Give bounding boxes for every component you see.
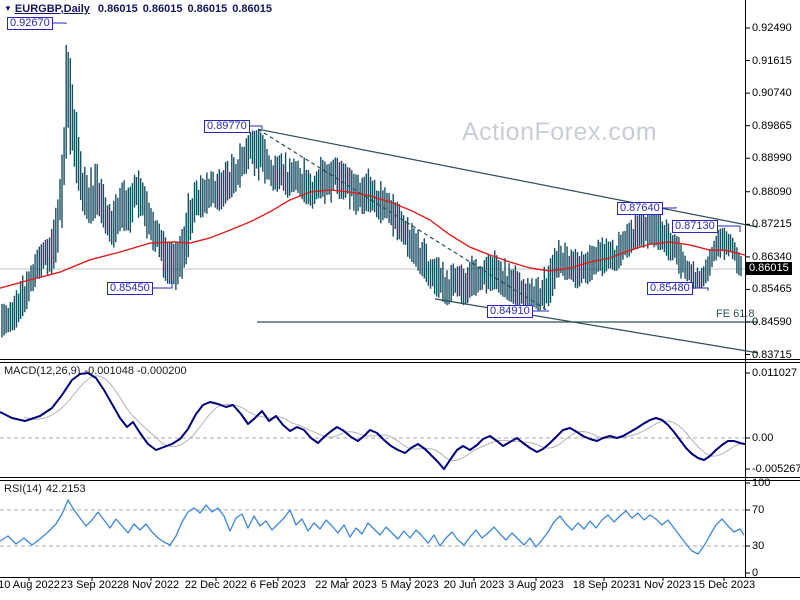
price-axis-label: 0.92490 [752,22,792,34]
symbol-title: EURGBP,Daily [14,3,90,15]
chart-canvas[interactable] [0,0,800,600]
rsi-axis-label: 0 [752,567,759,579]
quote-close: 0.86015 [232,3,272,15]
macd-axis-label: 0.011027 [752,367,798,379]
price-axis-label: 0.83715 [752,348,792,361]
price-annotation-label[interactable]: 0.87640 [617,202,663,215]
price-axis-label: 0.85465 [752,283,792,296]
current-price-badge: 0.86015 [746,262,792,276]
price-axis-label: 0.89865 [752,119,792,132]
macd-axis-label: -0.005267 [752,463,800,476]
annotation-leader [663,207,677,209]
macd-values: -0.001048 -0.000200 [84,365,187,377]
annotation-leader [53,22,67,24]
macd-header: MACD(12,26,9) -0.001048 -0.000200 [4,365,187,377]
rsi-label: RSI(14) [4,483,42,495]
price-axis-label: 0.88090 [752,185,792,198]
macd-line [0,372,746,471]
price-axis-label: 0.90740 [752,87,792,100]
rsi-axis-label: 70 [752,504,765,516]
price-axis-label: 0.84590 [752,315,792,328]
rsi-axis-label: 100 [752,477,771,489]
price-axis[interactable]: 0.92490 0.91615 0.90740 0.89865 0.88990 0.880… [745,0,800,579]
collapse-icon[interactable]: ▼ [4,4,12,13]
rsi-header: RSI(14) 42.2153 [4,483,86,495]
quote-low: 0.86015 [187,3,228,15]
annotation-leader [250,125,263,129]
annotation-leader [693,287,709,291]
rsi-axis-label: 30 [752,540,765,552]
date-axis-label: 15 Dec 2023 [692,579,756,591]
price-annotation-label[interactable]: 0.92670 [7,17,53,30]
macd-label: MACD(12,26,9) [4,365,81,377]
price-axis-label: 0.86340 [752,250,792,263]
price-annotation-label[interactable]: 0.85480 [647,282,693,295]
chart-window: ActionForex.com ▼ EURGBP,Daily 0.86015 0.86… [0,0,800,600]
chart-header: ▼ EURGBP,Daily 0.86015 0.86015 0.86015 0.8601… [4,3,277,15]
macd-signal-line [23,375,745,461]
price-annotation-label[interactable]: 0.87130 [672,220,718,233]
price-annotation-label[interactable]: 0.84910 [487,305,533,318]
quote-high: 0.86015 [142,3,183,15]
price-axis-label: 0.87215 [752,218,792,231]
rsi-value: 42.2153 [45,483,86,495]
quote-open: 0.86015 [97,3,138,15]
time-axis[interactable]: 10 Aug 2022 23 Sep 2022 8 Nov 2022 22 Dec 2… [0,579,800,599]
price-annotation-label[interactable]: 0.89770 [204,120,250,133]
macd-axis-label: 0.00 [752,432,774,444]
price-axis-label: 0.88990 [752,152,792,165]
annotation-leader [718,225,741,232]
price-axis-label: 0.91615 [752,54,792,67]
trendline-support [434,298,759,354]
price-annotation-label[interactable]: 0.85450 [107,282,153,295]
